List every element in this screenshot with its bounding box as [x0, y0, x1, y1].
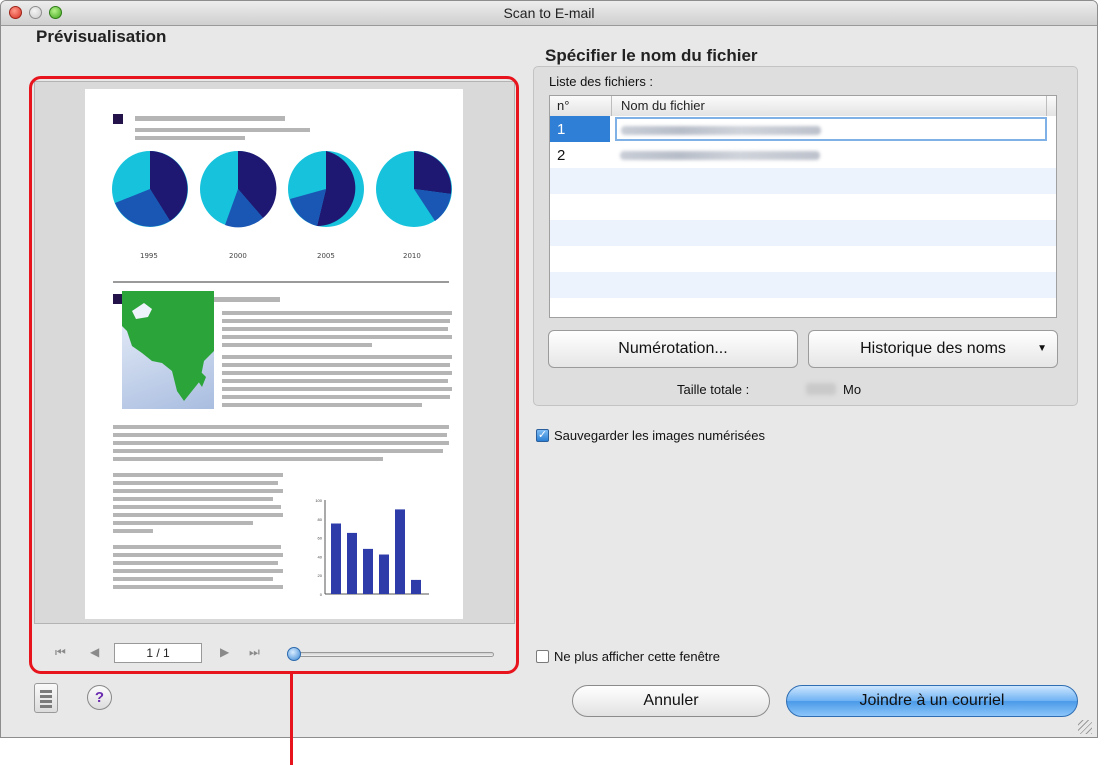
name-history-button[interactable]: Historique des noms ▼	[808, 330, 1058, 368]
last-page-icon[interactable]: ⏭	[249, 645, 260, 660]
empty-row	[550, 272, 1056, 298]
title-bar: Scan to E-mail	[1, 1, 1097, 26]
zoom-slider-knob[interactable]	[287, 647, 301, 661]
page-list-icon[interactable]	[34, 683, 58, 713]
dont-show-checkbox[interactable]	[536, 650, 549, 663]
preview-highlight-frame	[29, 76, 519, 674]
attach-to-email-button[interactable]: Joindre à un courriel	[786, 685, 1078, 717]
column-header-filename[interactable]: Nom du fichier	[621, 98, 705, 113]
table-row[interactable]: 1	[550, 116, 1056, 142]
empty-row	[550, 194, 1056, 220]
table-header: n° Nom du fichier	[550, 96, 1056, 117]
callout-line	[290, 674, 293, 765]
first-page-icon[interactable]: ⏮	[55, 645, 66, 660]
redacted-filename	[621, 126, 821, 135]
numbering-button[interactable]: Numérotation...	[548, 330, 798, 368]
empty-row	[550, 168, 1056, 194]
redacted-total-size	[806, 383, 836, 395]
total-size-unit: Mo	[843, 382, 862, 397]
row-number: 1	[557, 121, 566, 138]
name-history-label: Historique des noms	[860, 340, 1006, 357]
row-number: 2	[557, 147, 566, 164]
help-button[interactable]: ?	[87, 685, 112, 710]
column-header-number[interactable]: n°	[557, 98, 569, 113]
total-size-label: Taille totale :	[677, 382, 750, 397]
empty-row	[550, 220, 1056, 246]
preview-title: Prévisualisation	[36, 27, 167, 46]
next-page-icon[interactable]: ▶	[220, 645, 229, 659]
filename-edit-field[interactable]	[615, 117, 1047, 141]
cancel-button[interactable]: Annuler	[572, 685, 770, 717]
page-indicator[interactable]: 1 / 1	[114, 643, 202, 663]
column-divider	[611, 96, 612, 116]
previous-page-icon[interactable]: ◀	[90, 645, 99, 659]
dont-show-label[interactable]: Ne plus afficher cette fenêtre	[554, 649, 720, 664]
save-images-checkbox[interactable]: ✓	[536, 429, 549, 442]
table-row[interactable]: 2	[550, 142, 1056, 168]
file-list-label: Liste des fichiers :	[549, 74, 654, 89]
filename-section-title: Spécifier le nom du fichier	[545, 46, 758, 65]
file-list-table: n° Nom du fichier 1 2	[549, 95, 1057, 318]
empty-row	[550, 298, 1056, 317]
redacted-filename	[620, 151, 820, 160]
dropdown-arrow-icon: ▼	[1037, 343, 1047, 354]
column-divider	[1046, 96, 1047, 116]
empty-row	[550, 246, 1056, 272]
resize-grip-icon[interactable]	[1078, 720, 1092, 734]
save-images-label[interactable]: Sauvegarder les images numérisées	[554, 428, 765, 443]
list-lines-icon	[40, 690, 52, 708]
window-title: Scan to E-mail	[503, 5, 595, 21]
zoom-slider-track[interactable]	[294, 652, 494, 657]
